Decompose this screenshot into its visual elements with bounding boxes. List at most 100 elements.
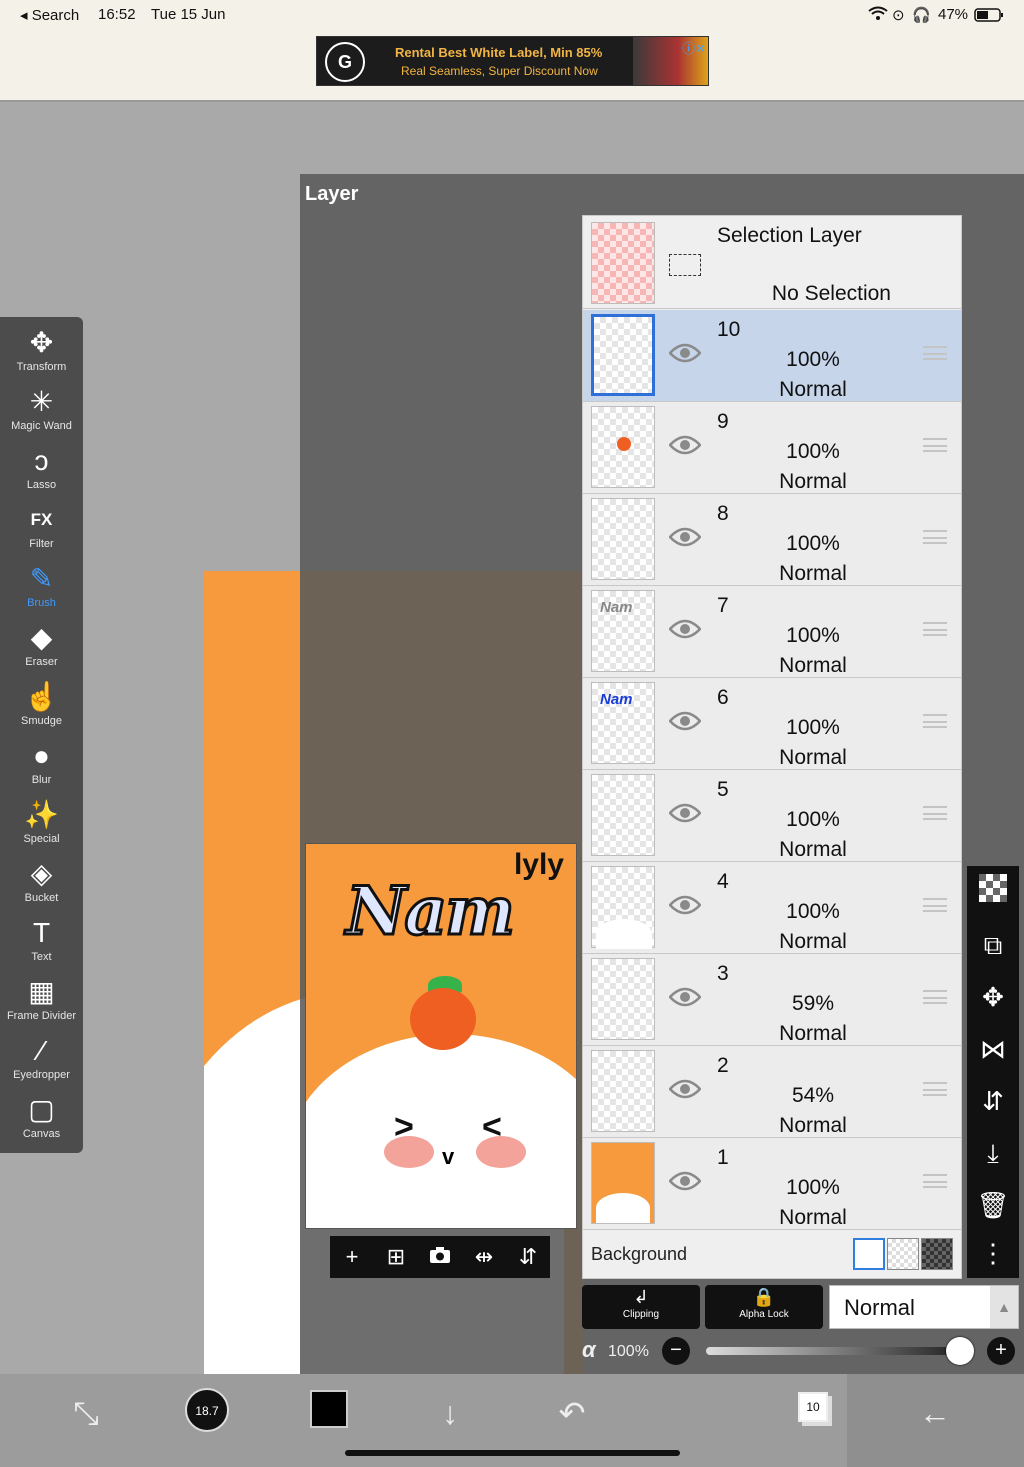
preview-signature: lyly [513,848,564,881]
opacity-value: 100% [608,1343,649,1360]
frame-divider-icon: ▦ [28,976,55,1007]
tool-text[interactable]: T Text [0,915,83,974]
brush-size-indicator[interactable]: 18.7 [185,1388,229,1432]
visibility-eye-icon[interactable] [668,710,702,732]
ad-banner[interactable]: G Rental Best White Label, Min 85% Real … [316,36,709,86]
camera-icon[interactable] [423,1244,457,1270]
layer-preview: Nam lyly > < v [305,843,577,1229]
tool-frame-divider[interactable]: ▦ Frame Divider [0,974,83,1033]
selection-marquee-icon [669,254,701,276]
tool-eyedropper[interactable]: ⁄ Eyedropper [0,1033,83,1092]
tool-label: Magic Wand [11,420,72,432]
layer-row[interactable]: 3 59% Normal [583,954,961,1046]
quick-tools-icon[interactable]: ⤡ [56,1388,116,1438]
flip-layer-vertical-icon[interactable]: ⇵ [967,1076,1019,1126]
drag-handle-icon[interactable] [923,530,947,544]
tool-smudge[interactable]: ☝ Smudge [0,679,83,738]
layer-row[interactable]: 4 100% Normal [583,862,961,954]
alpha-lock-button[interactable]: 🔒 Alpha Lock [705,1285,823,1329]
checker-pattern-icon[interactable] [967,868,1019,918]
tool-transform[interactable]: ✥ Transform [0,325,83,384]
visibility-eye-icon[interactable] [668,434,702,456]
ad-close-icon[interactable]: ⓘ✕ [682,38,706,57]
tool-brush[interactable]: ✎ Brush [0,561,83,620]
tool-canvas[interactable]: ▢ Canvas [0,1092,83,1151]
layer-opacity: 100% [786,716,840,739]
background-transparent-swatch[interactable] [887,1238,919,1270]
drag-handle-icon[interactable] [923,1082,947,1096]
tool-lasso[interactable]: ↄ Lasso [0,443,83,502]
eyedropper-icon: ⁄ [39,1035,44,1066]
current-color-swatch[interactable] [310,1390,348,1428]
clipping-button[interactable]: ↲ Clipping [582,1285,700,1329]
add-layer-copy-icon[interactable]: ⊞ [379,1244,413,1270]
layer-number: 5 [717,778,729,801]
wifi-icon [868,6,888,24]
drag-handle-icon[interactable] [923,438,947,452]
back-arrow-icon[interactable]: ← [905,1388,965,1438]
move-layer-icon[interactable]: ✥ [967,972,1019,1022]
drag-handle-icon[interactable] [923,714,947,728]
layer-row[interactable]: 1 100% Normal [583,1138,961,1230]
tool-magic-wand[interactable]: ✳ Magic Wand [0,384,83,443]
drag-handle-icon[interactable] [923,990,947,1004]
drag-handle-icon[interactable] [923,1174,947,1188]
layer-blend-mode: Normal [779,746,847,769]
opacity-slider-knob[interactable] [946,1337,974,1365]
layers-button[interactable]: 10 [798,1392,828,1422]
layer-row[interactable]: 9 100% Normal [583,402,961,494]
tool-eraser[interactable]: ◆ Eraser [0,620,83,679]
layer-row[interactable]: 5 100% Normal [583,770,961,862]
background-white-swatch[interactable] [853,1238,885,1270]
transform-layer-icon[interactable]: ⧉ [967,920,1019,970]
flip-layer-horizontal-icon[interactable]: ⋈ [967,1024,1019,1074]
opacity-decrease-button[interactable]: − [662,1337,690,1365]
tool-filter[interactable]: FX Filter [0,502,83,561]
more-options-icon[interactable]: ⋮ [967,1228,1019,1278]
merge-down-icon[interactable]: ⤓ [967,1128,1019,1178]
layer-opacity: 100% [786,900,840,923]
tool-special[interactable]: ✨ Special [0,797,83,856]
lasso-icon: ↄ [34,445,49,476]
visibility-eye-icon[interactable] [668,894,702,916]
layer-row[interactable]: 10 100% Normal [583,310,961,402]
opacity-slider[interactable] [706,1347,960,1355]
tool-blur[interactable]: ● Blur [0,738,83,797]
delete-layer-icon[interactable]: 🗑 [967,1180,1019,1230]
visibility-eye-icon[interactable] [668,986,702,1008]
tool-label: Text [31,951,52,963]
blend-mode-value: Normal [844,1295,915,1320]
back-to-search-link[interactable]: ◂ Search [20,6,79,24]
layer-opacity: 100% [786,1176,840,1199]
selection-layer-status: No Selection [771,282,891,305]
layer-row[interactable]: Nam 6 100% Normal [583,678,961,770]
visibility-eye-icon[interactable] [668,802,702,824]
add-layer-icon[interactable]: + [335,1244,369,1270]
layer-row[interactable]: 2 54% Normal [583,1046,961,1138]
flip-horizontal-icon[interactable]: ⇹ [467,1244,501,1270]
selection-layer-row[interactable]: Selection Layer No Selection [583,216,961,309]
layer-number: 9 [717,410,729,433]
flip-vertical-icon[interactable]: ⇵ [511,1244,545,1270]
layer-thumbnail [591,1050,655,1132]
visibility-eye-icon[interactable] [668,526,702,548]
bottom-bar: ⤡ 18.7 ↓ ↶ 10 ← [0,1374,1024,1467]
background-dark-swatch[interactable] [921,1238,953,1270]
visibility-eye-icon[interactable] [668,1170,702,1192]
layer-row[interactable]: Nam 7 100% Normal [583,586,961,678]
tool-label: Filter [29,538,54,550]
layer-row[interactable]: 8 100% Normal [583,494,961,586]
drag-handle-icon[interactable] [923,346,947,360]
arrow-down-icon[interactable]: ↓ [420,1388,480,1438]
undo-icon[interactable]: ↶ [542,1388,602,1438]
opacity-increase-button[interactable]: + [987,1337,1015,1365]
tool-bucket[interactable]: ◈ Bucket [0,856,83,915]
drag-handle-icon[interactable] [923,622,947,636]
background-row[interactable]: Background [583,1230,961,1278]
blend-mode-select[interactable]: Normal ▲ [829,1285,1019,1329]
drag-handle-icon[interactable] [923,806,947,820]
visibility-eye-icon[interactable] [668,618,702,640]
visibility-eye-icon[interactable] [668,342,702,364]
visibility-eye-icon[interactable] [668,1078,702,1100]
drag-handle-icon[interactable] [923,898,947,912]
